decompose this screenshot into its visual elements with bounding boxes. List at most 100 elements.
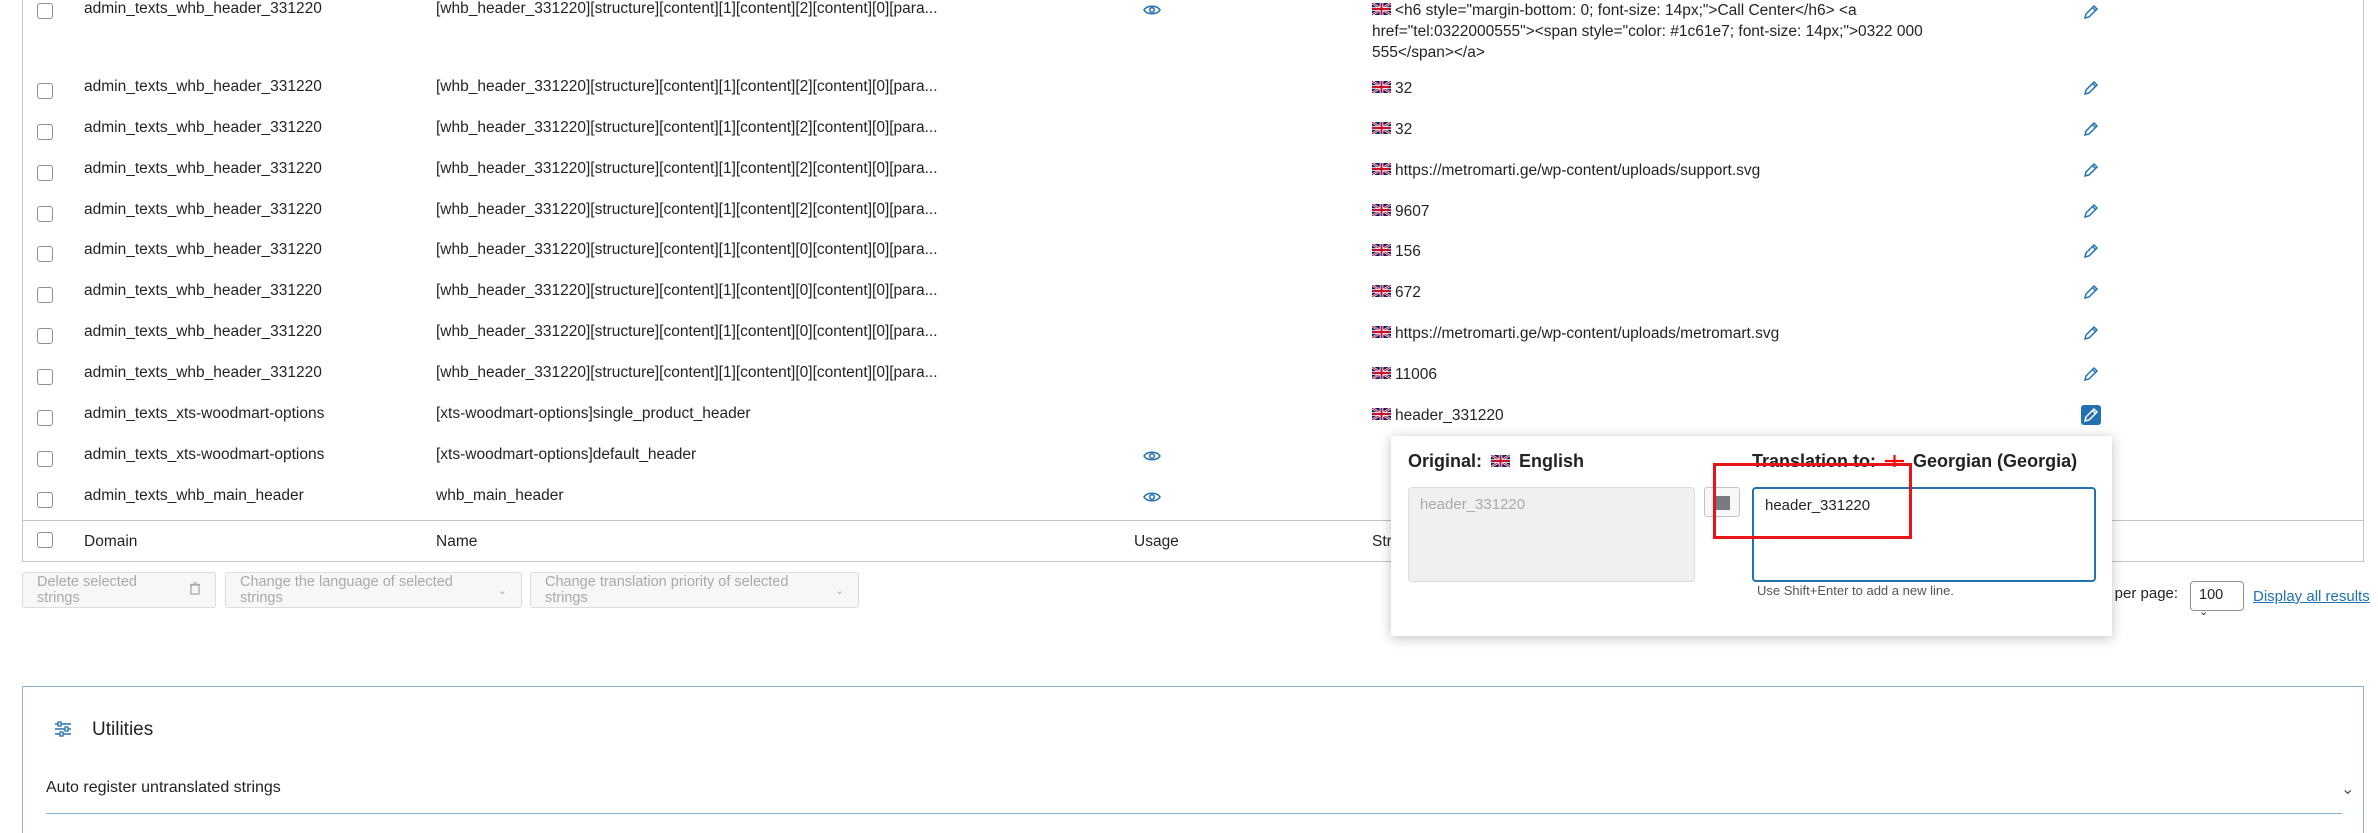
edit-pencil-icon[interactable] — [2081, 282, 2101, 302]
row-checkbox[interactable] — [37, 287, 53, 303]
new-line-hint: Use Shift+Enter to add a new line. — [1757, 583, 1954, 598]
edit-pencil-icon[interactable] — [2081, 78, 2101, 98]
edit-pencil-icon[interactable] — [2081, 241, 2101, 261]
original-label-text: Original: — [1408, 451, 1483, 471]
change-priority-label: Change translation priority of selected … — [545, 574, 789, 606]
row-domain: admin_texts_whb_main_header — [84, 487, 304, 504]
row-name: [whb_header_331220][structure][content][… — [436, 0, 938, 17]
row-name: [whb_header_331220][structure][content][… — [436, 78, 938, 95]
chevron-down-icon: ⌄ — [497, 584, 507, 597]
delete-selected-label: Delete selected strings — [37, 574, 137, 606]
row-checkbox[interactable] — [37, 246, 53, 262]
row-domain: admin_texts_whb_header_331220 — [84, 160, 322, 177]
row-checkbox[interactable] — [37, 410, 53, 426]
row-name: [whb_header_331220][structure][content][… — [436, 364, 938, 381]
row-value-text: header_331220 — [1395, 407, 1504, 424]
uk-flag-icon — [1372, 204, 1391, 216]
row-checkbox[interactable] — [37, 369, 53, 385]
change-language-dropdown[interactable]: Change the language of selected strings … — [225, 572, 522, 608]
row-domain: admin_texts_xts-woodmart-options — [84, 405, 325, 422]
row-checkbox[interactable] — [37, 124, 53, 140]
uk-flag-icon — [1372, 3, 1391, 15]
row-domain: admin_texts_whb_header_331220 — [84, 323, 322, 340]
row-value-text: 32 — [1395, 121, 1413, 138]
row-value-text: 32 — [1395, 80, 1413, 97]
row-checkbox[interactable] — [37, 328, 53, 344]
eye-icon[interactable] — [1143, 1, 1161, 24]
uk-flag-icon — [1372, 326, 1391, 338]
uk-flag-icon — [1372, 122, 1391, 134]
row-value-text: 156 — [1395, 243, 1421, 260]
edit-pencil-icon[interactable] — [2081, 201, 2101, 221]
edit-pencil-icon[interactable] — [2081, 160, 2101, 180]
display-all-results-link[interactable]: Display all results — [2253, 588, 2370, 605]
row-string-value: 32 — [1372, 119, 1932, 140]
uk-flag-icon — [1372, 163, 1391, 175]
edit-pencil-icon[interactable] — [2081, 2, 2101, 22]
row-domain: admin_texts_whb_header_331220 — [84, 241, 322, 258]
row-domain: admin_texts_xts-woodmart-options — [84, 446, 325, 463]
uk-flag-icon — [1372, 244, 1391, 256]
row-checkbox[interactable] — [37, 451, 53, 467]
change-priority-dropdown[interactable]: Change translation priority of selected … — [530, 572, 859, 608]
row-value-text: <h6 style="margin-bottom: 0; font-size: … — [1372, 2, 1923, 61]
per-page-label: s per page: — [2103, 585, 2179, 602]
select-all-checkbox[interactable] — [37, 532, 53, 548]
row-name: [whb_header_331220][structure][content][… — [436, 160, 938, 177]
row-name: [whb_header_331220][structure][content][… — [436, 241, 938, 258]
row-domain: admin_texts_whb_header_331220 — [84, 201, 322, 218]
row-checkbox[interactable] — [37, 3, 53, 19]
row-name: [whb_header_331220][structure][content][… — [436, 282, 938, 299]
edit-pencil-icon[interactable] — [2081, 119, 2101, 139]
row-string-value: https://metromarti.ge/wp-content/uploads… — [1372, 323, 1932, 344]
row-name: [whb_header_331220][structure][content][… — [436, 201, 938, 218]
column-name[interactable]: Name — [436, 533, 477, 551]
row-checkbox[interactable] — [37, 165, 53, 181]
per-page-select[interactable]: 100 ⌄ — [2190, 581, 2244, 618]
eye-icon[interactable] — [1143, 447, 1161, 470]
row-string-value: 11006 — [1372, 364, 1932, 385]
auto-register-toggle[interactable]: Auto register untranslated strings — [46, 779, 281, 797]
divider — [46, 813, 2342, 814]
row-name: [xts-woodmart-options]default_header — [436, 446, 697, 463]
row-string-value: <h6 style="margin-bottom: 0; font-size: … — [1372, 0, 1932, 63]
sliders-icon — [53, 719, 73, 739]
row-string-value: header_331220 — [1372, 405, 1932, 426]
row-value-text: 9607 — [1395, 203, 1430, 220]
uk-flag-icon — [1491, 455, 1511, 467]
edit-pencil-icon[interactable] — [2081, 323, 2101, 343]
translation-language: Georgian (Georgia) — [1913, 451, 2078, 471]
delete-selected-button[interactable]: Delete selected strings — [22, 572, 216, 608]
row-checkbox[interactable] — [37, 206, 53, 222]
row-value-text: 672 — [1395, 284, 1421, 301]
row-string-value: 156 — [1372, 241, 1932, 262]
row-checkbox[interactable] — [37, 83, 53, 99]
row-string-value: https://metromarti.ge/wp-content/uploads… — [1372, 160, 1932, 181]
original-language: English — [1519, 451, 1585, 471]
row-domain: admin_texts_whb_header_331220 — [84, 364, 322, 381]
uk-flag-icon — [1372, 367, 1391, 379]
row-value-text: https://metromarti.ge/wp-content/uploads… — [1395, 325, 1780, 342]
row-name: [whb_header_331220][structure][content][… — [436, 119, 938, 136]
eye-icon[interactable] — [1143, 488, 1161, 511]
row-value-text: https://metromarti.ge/wp-content/uploads… — [1395, 162, 1761, 179]
row-string-value: 32 — [1372, 78, 1932, 99]
column-usage: Usage — [1134, 533, 1179, 550]
chevron-down-icon[interactable]: ⌄ — [2341, 779, 2354, 799]
uk-flag-icon — [1372, 285, 1391, 297]
column-domain[interactable]: Domain — [84, 533, 137, 551]
trash-icon — [189, 581, 201, 599]
utilities-panel: Utilities Auto register untranslated str… — [22, 686, 2364, 833]
edit-pencil-icon[interactable] — [2081, 405, 2101, 425]
row-name: whb_main_header — [436, 487, 564, 504]
per-page-value: 100 — [2199, 587, 2224, 603]
row-domain: admin_texts_whb_header_331220 — [84, 119, 322, 136]
row-checkbox[interactable] — [37, 492, 53, 508]
original-textarea: header_331220 — [1408, 487, 1695, 582]
row-name: [xts-woodmart-options]single_product_hea… — [436, 405, 751, 422]
edit-pencil-icon[interactable] — [2081, 364, 2101, 384]
uk-flag-icon — [1372, 408, 1391, 420]
row-domain: admin_texts_whb_header_331220 — [84, 282, 322, 299]
row-string-value: 9607 — [1372, 201, 1932, 222]
row-domain: admin_texts_whb_header_331220 — [84, 0, 322, 17]
